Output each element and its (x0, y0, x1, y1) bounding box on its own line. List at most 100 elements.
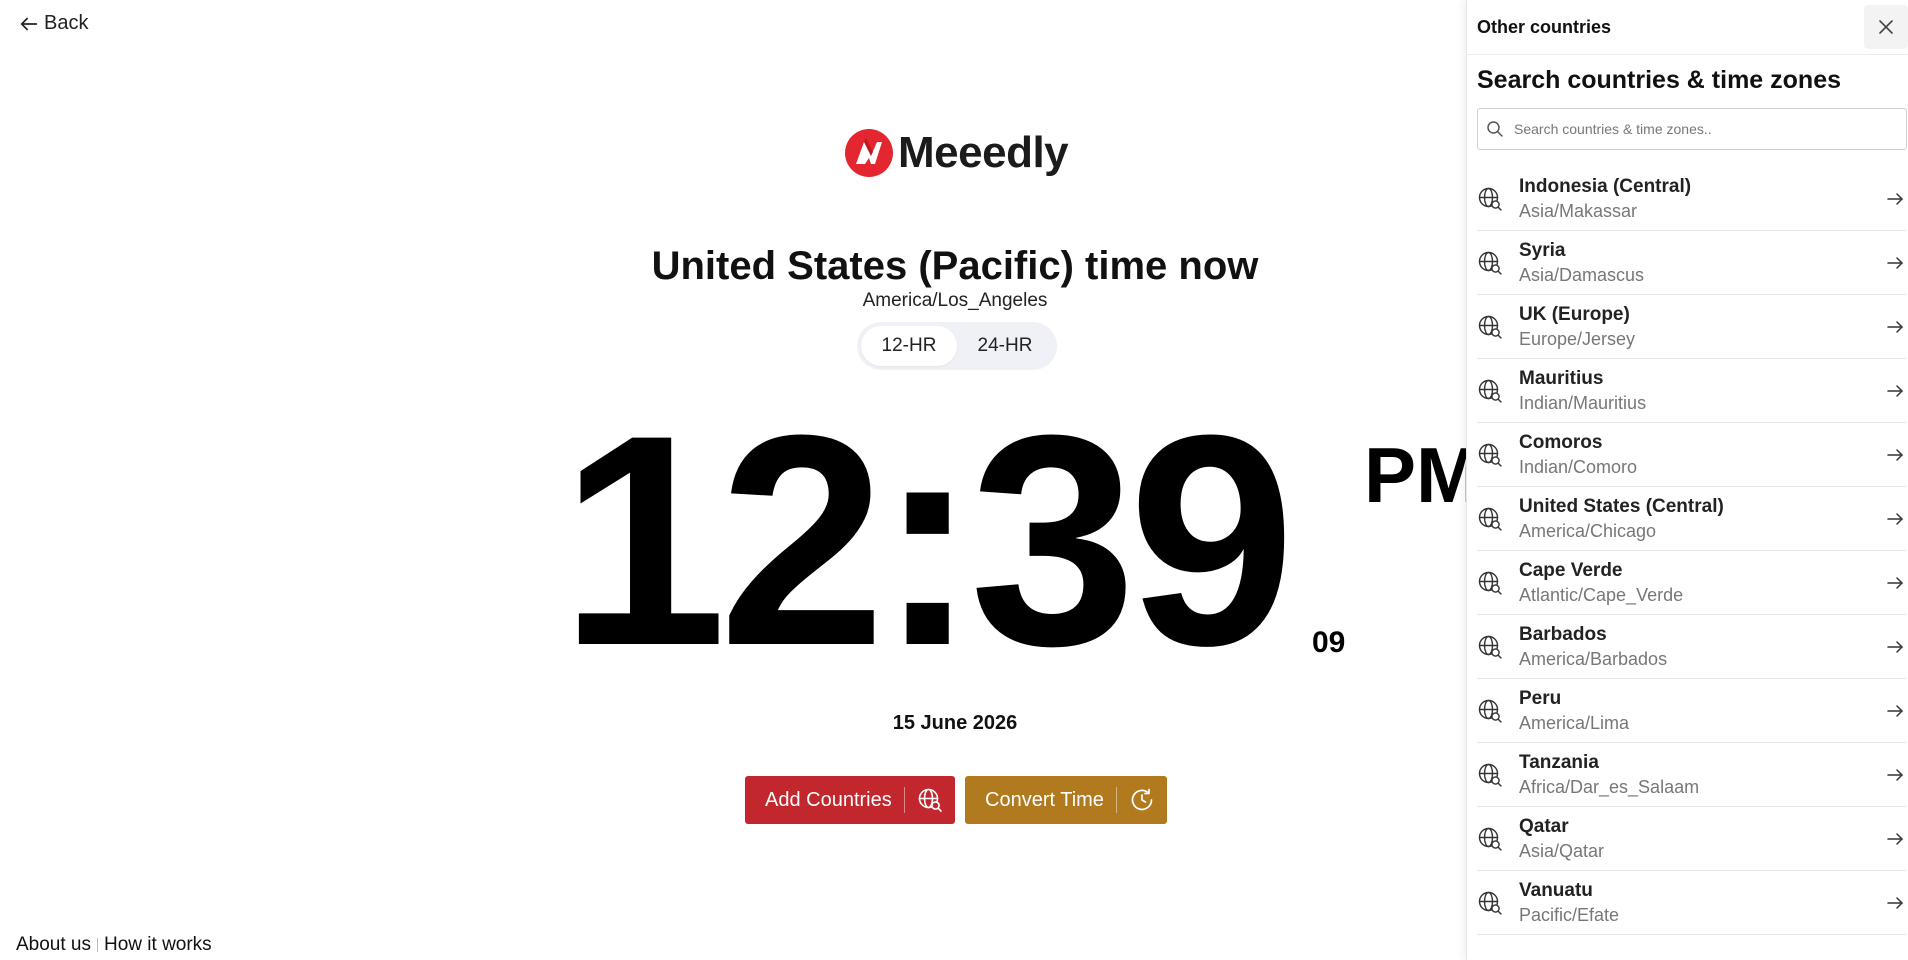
country-name: Qatar (1519, 815, 1569, 837)
country-name: Tanzania (1519, 751, 1599, 773)
country-name: Barbados (1519, 623, 1607, 645)
arrow-right-icon (1887, 448, 1903, 461)
country-timezone: Asia/Makassar (1519, 200, 1638, 221)
meeedly-logo-icon (845, 129, 893, 177)
arrow-right-icon (1887, 384, 1903, 397)
arrow-right-icon (1887, 832, 1903, 845)
country-list-item[interactable]: Qatar Asia/Qatar (1477, 807, 1907, 871)
clock-refresh-icon (1131, 788, 1153, 811)
add-countries-label: Add Countries (765, 788, 892, 811)
arrow-right-icon (1887, 256, 1903, 269)
button-divider (1115, 787, 1117, 813)
country-texts: Vanuatu Pacific/Efate (1519, 879, 1885, 927)
country-name: Indonesia (Central) (1519, 175, 1692, 197)
country-texts: Indonesia (Central) Asia/Makassar (1519, 175, 1885, 223)
country-timezone: Africa/Dar_es_Salaam (1519, 776, 1700, 797)
brand-logo: Meeedly (844, 128, 1069, 178)
country-list-item[interactable]: Barbados America/Barbados (1477, 615, 1907, 679)
globe-search-icon (918, 788, 942, 812)
close-panel-button[interactable] (1864, 5, 1908, 49)
main-area: Back Meeedly United States (Pacific) tim… (0, 0, 1466, 960)
globe-search-icon (1478, 699, 1502, 723)
country-timezone: Atlantic/Cape_Verde (1519, 584, 1684, 605)
arrow-right-icon (1887, 576, 1903, 589)
country-name: Vanuatu (1519, 879, 1593, 901)
country-timezone: America/Barbados (1519, 648, 1668, 669)
country-list-item[interactable]: United States (Central) America/Chicago (1477, 487, 1907, 551)
toggle-12-hr[interactable]: 12-HR (861, 326, 957, 366)
back-button[interactable]: Back (18, 12, 88, 35)
country-list-item[interactable]: UK (Europe) Europe/Jersey (1477, 295, 1907, 359)
globe-search-icon (1478, 443, 1502, 467)
clock-meridiem: PM (1364, 431, 1466, 519)
country-texts: Qatar Asia/Qatar (1519, 815, 1885, 863)
search-input[interactable] (1512, 120, 1896, 138)
country-timezone: Pacific/Efate (1519, 904, 1620, 925)
country-list: Indonesia (Central) Asia/Makassar Syria … (1477, 167, 1907, 935)
close-icon (1879, 20, 1893, 34)
country-list-item[interactable]: Comoros Indian/Comoro (1477, 423, 1907, 487)
country-timezone: America/Chicago (1519, 520, 1657, 541)
country-texts: Cape Verde Atlantic/Cape_Verde (1519, 559, 1885, 607)
country-list-item[interactable]: Indonesia (Central) Asia/Makassar (1477, 167, 1907, 231)
country-timezone: Indian/Mauritius (1519, 392, 1647, 413)
arrow-right-icon (1887, 320, 1903, 333)
globe-search-icon (1478, 827, 1502, 851)
country-list-item[interactable]: Cape Verde Atlantic/Cape_Verde (1477, 551, 1907, 615)
country-texts: Barbados America/Barbados (1519, 623, 1885, 671)
arrow-left-icon (20, 17, 38, 30)
country-name: Mauritius (1519, 367, 1604, 389)
country-texts: Tanzania Africa/Dar_es_Salaam (1519, 751, 1885, 799)
convert-time-label: Convert Time (985, 788, 1104, 811)
arrow-right-icon (1887, 704, 1903, 717)
country-name: United States (Central) (1519, 495, 1724, 517)
page-title: United States (Pacific) time now (651, 244, 1259, 288)
country-texts: Mauritius Indian/Mauritius (1519, 367, 1885, 415)
globe-search-icon (1478, 571, 1502, 595)
arrow-right-icon (1887, 192, 1903, 205)
country-list-item[interactable]: Syria Asia/Damascus (1477, 231, 1907, 295)
country-texts: Syria Asia/Damascus (1519, 239, 1885, 287)
country-texts: Comoros Indian/Comoro (1519, 431, 1885, 479)
toggle-24-hr[interactable]: 24-HR (957, 326, 1053, 366)
arrow-right-icon (1887, 768, 1903, 781)
brand-name: Meeedly (898, 128, 1069, 177)
country-name: Cape Verde (1519, 559, 1623, 581)
other-countries-panel: Other countries Search countries & time … (1466, 0, 1908, 960)
globe-search-icon (1478, 635, 1502, 659)
footer-separator (97, 938, 98, 952)
country-list-item[interactable]: Vanuatu Pacific/Efate (1477, 871, 1907, 935)
globe-search-icon (1478, 251, 1502, 275)
panel-heading: Search countries & time zones (1477, 66, 1842, 94)
country-timezone: Asia/Damascus (1519, 264, 1645, 285)
arrow-right-icon (1887, 512, 1903, 525)
globe-search-icon (1478, 507, 1502, 531)
globe-search-icon (1478, 891, 1502, 915)
panel-title: Other countries (1477, 16, 1612, 37)
search-icon (1487, 121, 1503, 137)
clock-seconds: 09 (1312, 626, 1346, 659)
add-countries-button[interactable]: Add Countries (745, 776, 955, 824)
country-list-item[interactable]: Mauritius Indian/Mauritius (1477, 359, 1907, 423)
country-name: Comoros (1519, 431, 1603, 453)
country-name: Peru (1519, 687, 1562, 709)
country-timezone: Europe/Jersey (1519, 328, 1636, 349)
country-texts: United States (Central) America/Chicago (1519, 495, 1885, 543)
arrow-right-icon (1887, 640, 1903, 653)
country-list-item[interactable]: Tanzania Africa/Dar_es_Salaam (1477, 743, 1907, 807)
country-search (1477, 108, 1907, 150)
country-texts: Peru America/Lima (1519, 687, 1885, 735)
current-date: 15 June 2026 (892, 712, 1018, 734)
country-list-item[interactable]: Peru America/Lima (1477, 679, 1907, 743)
hour-format-toggle: 12-HR 24-HR (857, 322, 1057, 370)
globe-search-icon (1478, 315, 1502, 339)
convert-time-button[interactable]: Convert Time (965, 776, 1167, 824)
globe-search-icon (1478, 187, 1502, 211)
arrow-right-icon (1887, 896, 1903, 909)
clock-time: 12:39 (560, 372, 1295, 708)
timezone-label: America/Los_Angeles (862, 290, 1048, 311)
back-label: Back (44, 12, 89, 34)
how-it-works-link[interactable]: How it works (104, 934, 212, 956)
footer: About us How it works (16, 934, 212, 956)
about-us-link[interactable]: About us (16, 934, 91, 956)
